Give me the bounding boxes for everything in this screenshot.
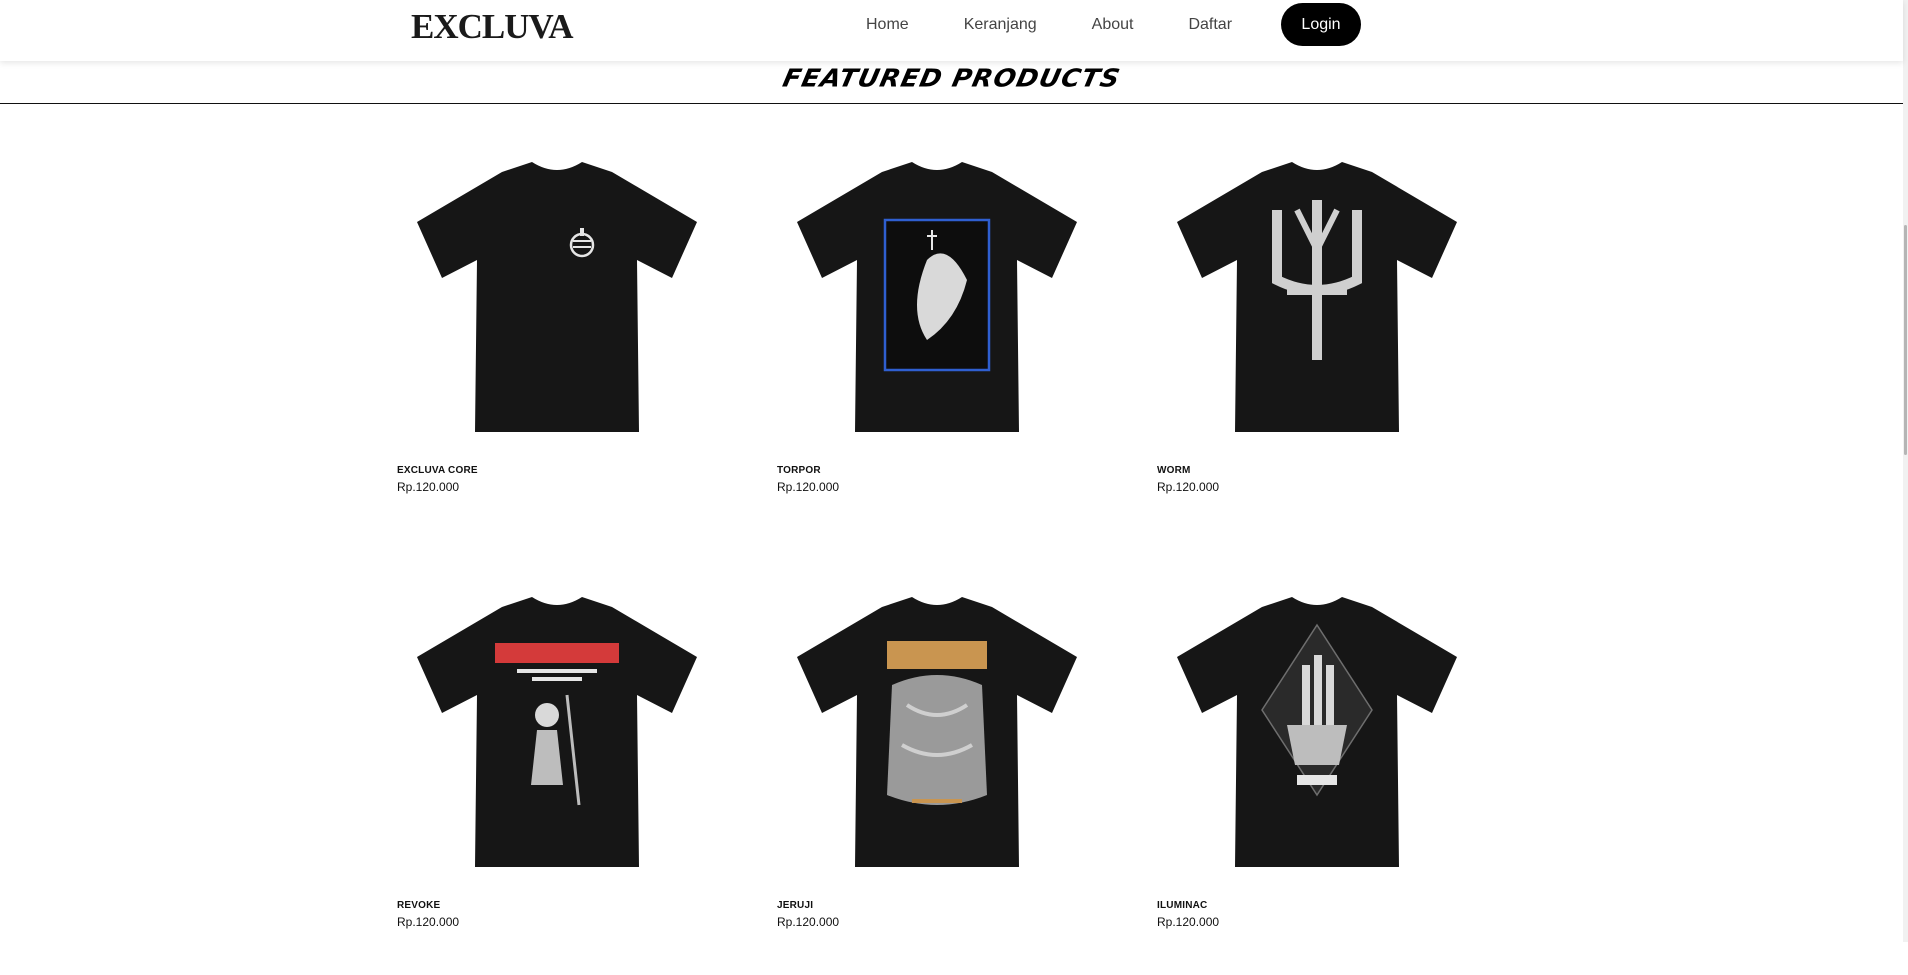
tshirt-icon	[417, 597, 697, 867]
product-card[interactable]: EXCLUVA CORE Rp.120.000	[397, 140, 717, 540]
product-price: Rp.120.000	[1157, 915, 1220, 929]
product-name[interactable]: REVOKE	[397, 900, 440, 911]
vertical-scrollbar[interactable]	[1903, 0, 1908, 942]
product-image[interactable]	[1157, 575, 1477, 885]
nav-home-link[interactable]: Home	[866, 16, 909, 34]
product-card[interactable]: JERUJI Rp.120.000	[777, 575, 1097, 975]
product-image[interactable]	[397, 575, 717, 885]
product-name[interactable]: ILUMINAC	[1157, 900, 1207, 911]
product-price: Rp.120.000	[1157, 480, 1220, 494]
nav-cart-link[interactable]: Keranjang	[964, 16, 1037, 34]
product-image[interactable]	[1157, 140, 1477, 450]
product-price: Rp.120.000	[397, 480, 460, 494]
product-image[interactable]	[777, 140, 1097, 450]
nav-about-link[interactable]: About	[1092, 16, 1134, 34]
scrollbar-thumb[interactable]	[1904, 225, 1907, 455]
login-button[interactable]: Login	[1281, 3, 1361, 46]
top-navbar: EXCLUVA Home Keranjang About Daftar Logi…	[0, 0, 1903, 61]
product-name[interactable]: JERUJI	[777, 900, 813, 911]
featured-products-header: FEATURED PRODUCTS	[0, 61, 1903, 104]
product-name[interactable]: EXCLUVA CORE	[397, 465, 478, 476]
tshirt-icon	[1177, 597, 1457, 867]
tshirt-icon	[417, 162, 697, 432]
product-card[interactable]: TORPOR Rp.120.000	[777, 140, 1097, 540]
nav-register-link[interactable]: Daftar	[1188, 16, 1232, 34]
product-card[interactable]: ILUMINAC Rp.120.000	[1157, 575, 1477, 975]
tshirt-icon	[1177, 162, 1457, 432]
tshirt-icon	[797, 162, 1077, 432]
tshirt-icon	[797, 597, 1077, 867]
brand-logo[interactable]: EXCLUVA	[411, 7, 574, 47]
nav-links: Home Keranjang About Daftar	[866, 8, 1232, 42]
product-image[interactable]	[777, 575, 1097, 885]
product-price: Rp.120.000	[777, 915, 840, 929]
product-price: Rp.120.000	[397, 915, 460, 929]
product-card[interactable]: REVOKE Rp.120.000	[397, 575, 717, 975]
product-image[interactable]	[397, 140, 717, 450]
product-name[interactable]: TORPOR	[777, 465, 821, 476]
product-price: Rp.120.000	[777, 480, 840, 494]
product-name[interactable]: WORM	[1157, 465, 1191, 476]
product-card[interactable]: WORM Rp.120.000	[1157, 140, 1477, 540]
section-title: FEATURED PRODUCTS	[780, 64, 1123, 94]
